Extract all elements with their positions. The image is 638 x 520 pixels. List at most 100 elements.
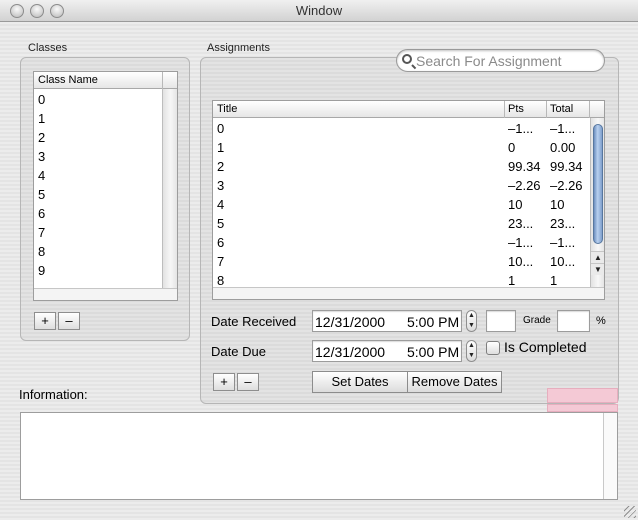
assignment-total-cell: 10 — [550, 197, 565, 212]
assignment-pts-cell: 1 — [508, 273, 516, 288]
column-separator — [589, 101, 590, 118]
class-row[interactable]: 5 — [34, 185, 162, 204]
date-received-date[interactable]: 12/31/2000 — [315, 314, 385, 330]
date-due-date[interactable]: 12/31/2000 — [315, 344, 385, 360]
grade-field[interactable] — [557, 310, 590, 332]
remove-assignment-button[interactable]: – — [237, 373, 259, 391]
assignments-table-header: Title Pts Total — [213, 101, 604, 118]
assignments-table[interactable]: Title Pts Total 0 –1... –1... 1 0 0.00 2 99.34 9… — [212, 100, 605, 300]
assignment-total-cell: –1... — [550, 235, 576, 250]
assignments-table-footer — [213, 287, 604, 299]
classes-table-header: Class Name — [34, 72, 177, 89]
column-separator — [504, 101, 505, 118]
assignment-row[interactable]: 4 10 10 — [213, 195, 589, 214]
class-name-column-header[interactable]: Class Name — [38, 74, 98, 86]
resize-grip-icon[interactable] — [624, 506, 636, 518]
assignment-row[interactable]: 0 –1... –1... — [213, 119, 589, 138]
assignment-search-field[interactable]: Search For Assignment — [396, 49, 605, 72]
assignment-row[interactable]: 1 0 0.00 — [213, 138, 589, 157]
remove-dates-button[interactable]: Remove Dates — [407, 371, 502, 393]
assignment-pts-cell: 23... — [508, 216, 534, 231]
chevron-down-icon[interactable]: ▼ — [467, 321, 476, 331]
assignment-title-cell: 7 — [217, 254, 225, 269]
is-completed-label[interactable]: Is Completed — [504, 339, 586, 355]
assignments-group-label: Assignments — [207, 42, 270, 54]
assignment-row[interactable]: 5 23... 23... — [213, 214, 589, 233]
classes-table[interactable]: Class Name 0 1 2 3 4 5 6 7 8 9 — [33, 71, 178, 301]
assignment-row[interactable]: 7 10... 10... — [213, 252, 589, 271]
assignment-title-cell: 2 — [217, 159, 225, 174]
assignment-pts-cell: 0 — [508, 140, 516, 155]
date-due-time[interactable]: 5:00 PM — [407, 344, 459, 360]
points-field[interactable] — [486, 310, 516, 332]
class-name-cell: 6 — [38, 206, 46, 221]
assignment-title-cell: 0 — [217, 121, 225, 136]
assignment-pts-cell: –2.26 — [508, 178, 541, 193]
class-row[interactable]: 0 — [34, 90, 162, 109]
class-name-cell: 1 — [38, 111, 46, 126]
class-row[interactable]: 1 — [34, 109, 162, 128]
add-assignment-button[interactable]: + — [213, 373, 235, 391]
class-name-cell: 8 — [38, 244, 46, 259]
class-name-cell: 0 — [38, 92, 46, 107]
information-text-area[interactable] — [20, 412, 618, 500]
date-due-stepper[interactable]: ▲ ▼ — [466, 340, 477, 362]
assignment-total-cell: –1... — [550, 121, 576, 136]
assignment-title-cell: 4 — [217, 197, 225, 212]
class-row[interactable]: 9 — [34, 261, 162, 280]
date-received-stepper[interactable]: ▲ ▼ — [466, 310, 477, 332]
assignment-title-cell: 8 — [217, 273, 225, 288]
class-row[interactable]: 6 — [34, 204, 162, 223]
assignment-pts-cell: 99.34 — [508, 159, 541, 174]
classes-scrollbar[interactable] — [162, 89, 177, 288]
class-name-cell: 2 — [38, 130, 46, 145]
class-row[interactable]: 2 — [34, 128, 162, 147]
chevron-down-icon[interactable]: ▼ — [467, 351, 476, 361]
assignment-row[interactable]: 2 99.34 99.34 — [213, 157, 589, 176]
search-icon — [402, 54, 412, 64]
column-separator — [162, 72, 163, 89]
classes-table-footer — [34, 288, 177, 300]
assignment-total-cell: –2.26 — [550, 178, 583, 193]
assignment-row[interactable]: 3 –2.26 –2.26 — [213, 176, 589, 195]
classes-group-label: Classes — [28, 42, 68, 54]
class-name-cell: 9 — [38, 263, 46, 278]
add-class-button[interactable]: + — [34, 312, 56, 330]
scroll-up-arrow-icon[interactable]: ▲ — [591, 251, 604, 263]
grade-label: Grade — [523, 315, 551, 326]
remove-class-button[interactable]: – — [58, 312, 80, 330]
assignment-title-cell: 6 — [217, 235, 225, 250]
class-row[interactable]: 4 — [34, 166, 162, 185]
class-row[interactable]: 7 — [34, 223, 162, 242]
column-separator — [546, 101, 547, 118]
total-column-header[interactable]: Total — [550, 103, 573, 115]
assignment-pts-cell: –1... — [508, 235, 534, 250]
title-bar: Window — [0, 0, 638, 22]
assignment-total-cell: 1 — [550, 273, 558, 288]
percent-label: % — [596, 315, 606, 327]
assignment-pts-cell: –1... — [508, 121, 534, 136]
overlay-highlight-top — [547, 388, 618, 403]
date-due-field[interactable]: 12/31/2000 5:00 PM — [312, 340, 462, 362]
set-dates-button[interactable]: Set Dates — [312, 371, 408, 393]
assignments-scrollbar[interactable]: ▲ ▼ — [590, 118, 604, 287]
assignment-pts-cell: 10 — [508, 197, 523, 212]
scrollbar-thumb[interactable] — [593, 124, 603, 244]
is-completed-checkbox[interactable] — [486, 341, 500, 355]
date-received-label: Date Received — [211, 314, 297, 329]
assignment-title-cell: 5 — [217, 216, 225, 231]
date-received-time[interactable]: 5:00 PM — [407, 314, 459, 330]
information-scrollbar[interactable] — [603, 413, 617, 499]
chevron-up-icon[interactable]: ▲ — [467, 311, 476, 321]
assignment-row[interactable]: 6 –1... –1... — [213, 233, 589, 252]
class-row[interactable]: 3 — [34, 147, 162, 166]
title-column-header[interactable]: Title — [217, 103, 237, 115]
assignment-title-cell: 1 — [217, 140, 225, 155]
date-received-field[interactable]: 12/31/2000 5:00 PM — [312, 310, 462, 332]
scroll-down-arrow-icon[interactable]: ▼ — [591, 263, 604, 275]
pts-column-header[interactable]: Pts — [508, 103, 524, 115]
window-title: Window — [295, 3, 343, 18]
class-name-cell: 4 — [38, 168, 46, 183]
class-row[interactable]: 8 — [34, 242, 162, 261]
chevron-up-icon[interactable]: ▲ — [467, 341, 476, 351]
